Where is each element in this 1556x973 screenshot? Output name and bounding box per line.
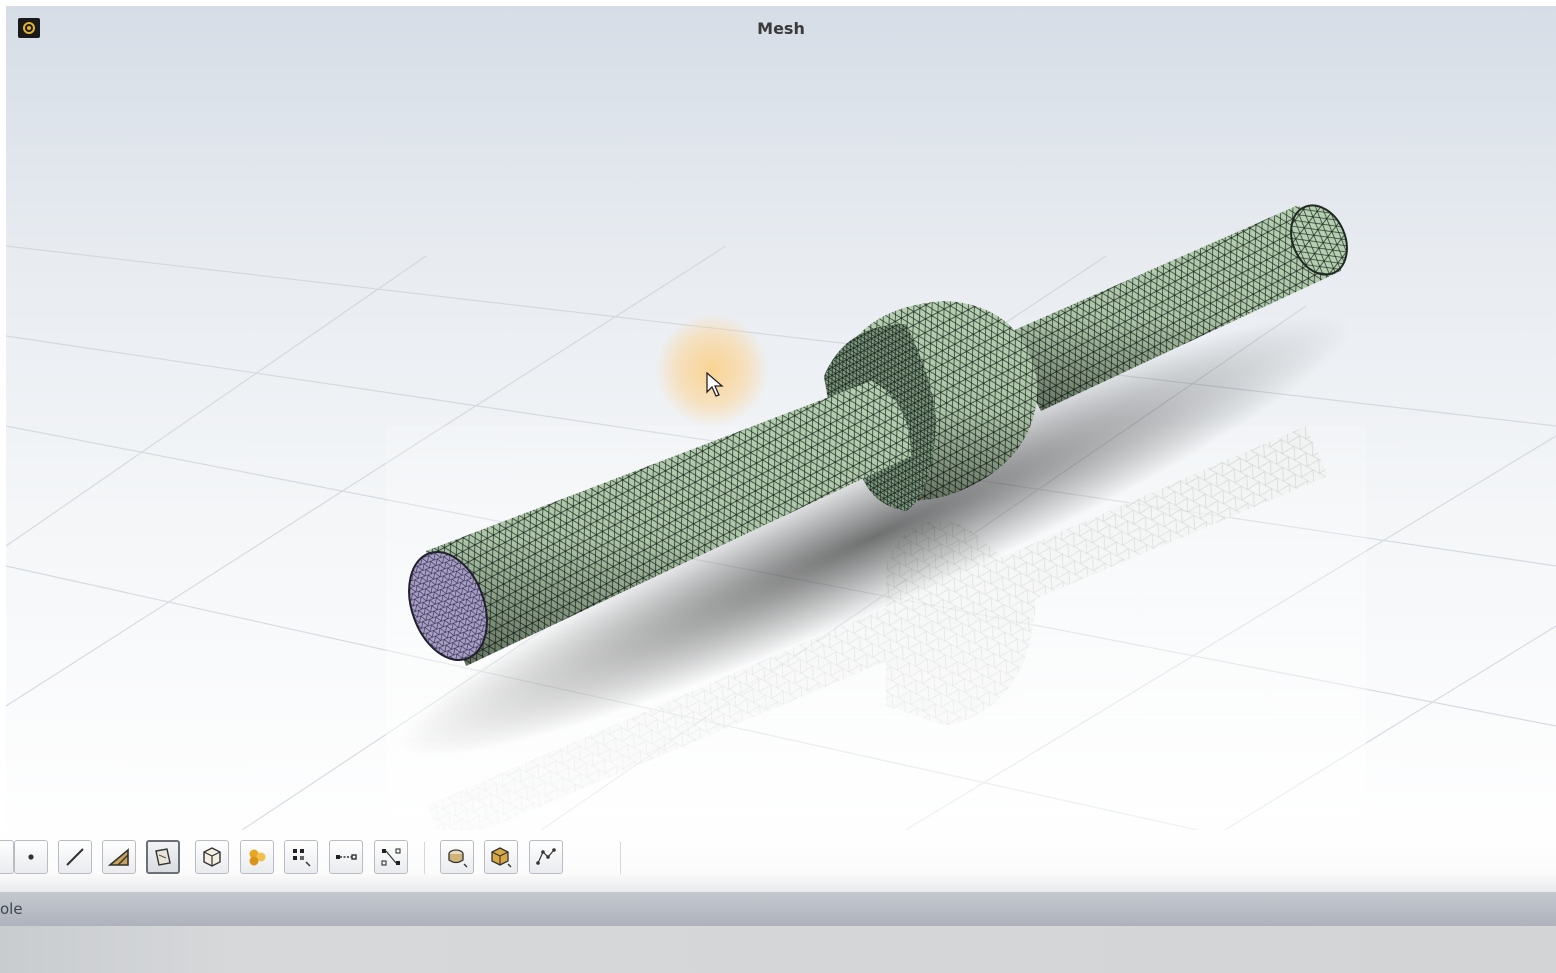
window-title: Mesh [757,19,805,38]
body-select-icon [491,847,512,868]
edge-select-icon [66,848,84,866]
body-select-button[interactable] [484,840,518,874]
face-select-button[interactable] [102,840,136,874]
cell-select-icon [203,847,221,867]
node-select-button[interactable] [284,840,318,874]
mouse-pointer-icon [706,372,724,397]
selection-toolbar [0,830,1556,892]
toolbar-separator [424,842,425,874]
cursor-highlight [656,314,768,426]
partial-tool-button[interactable] [0,840,14,874]
cell-select-button[interactable] [195,840,229,874]
vertex-path-button[interactable] [529,840,563,874]
unknown-tool-icon [0,845,9,869]
console-panel-header[interactable] [0,892,1556,926]
point-select-button[interactable] [14,840,48,874]
node-pair-select-button[interactable] [374,840,408,874]
node-select-icon [293,849,311,867]
surface-select-button[interactable] [146,840,180,874]
edge-select-button[interactable] [58,840,92,874]
point-select-icon [28,854,34,860]
graphics-viewport[interactable]: Mesh [6,6,1556,854]
surface-select-icon [155,848,171,866]
edge-node-select-button[interactable] [329,840,363,874]
console-label: ole [0,900,23,918]
vertex-path-icon [536,848,556,865]
edge-node-select-icon [336,854,357,860]
zone-select-button[interactable] [240,840,274,874]
face-select-icon [107,848,129,866]
zone-select-icon [249,849,266,866]
console-panel[interactable] [0,926,1556,973]
object-select-icon [448,849,468,868]
mesh-scene[interactable] [6,6,1556,854]
toolbar-separator [620,842,621,874]
object-select-button[interactable] [440,840,474,874]
node-pair-select-icon [381,848,401,866]
